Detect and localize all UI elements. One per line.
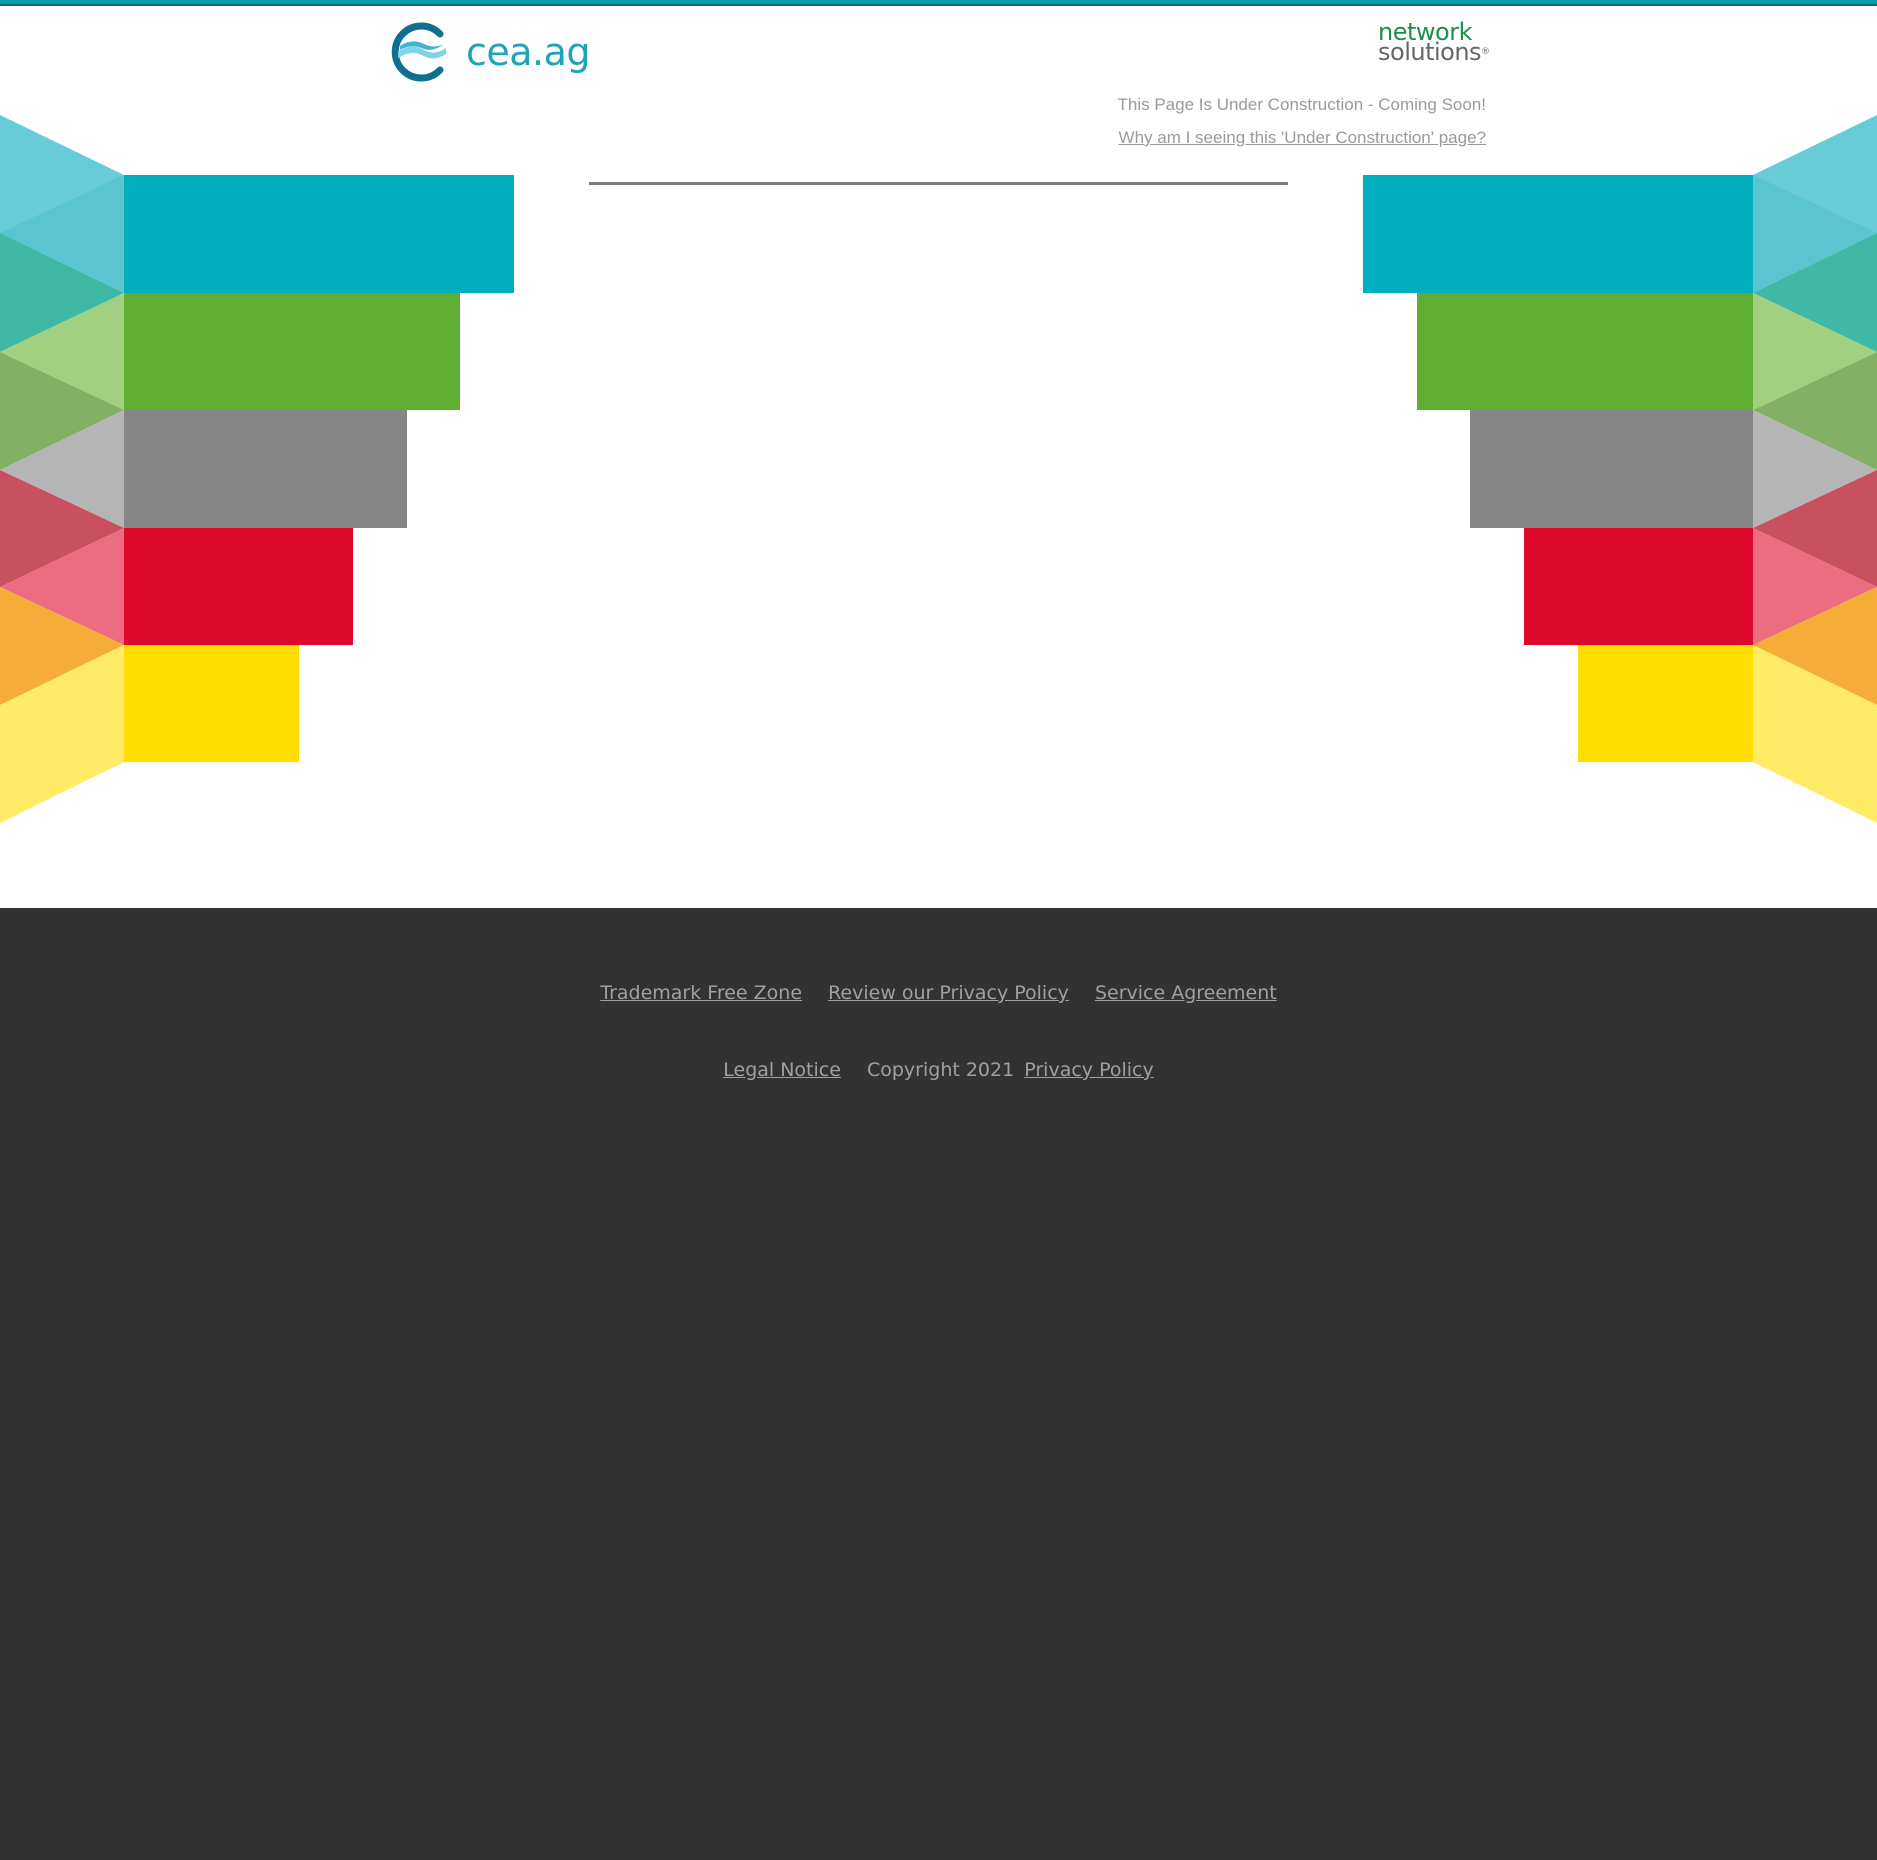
why-under-construction-link[interactable]: Why am I seeing this 'Under Construction… bbox=[1119, 128, 1486, 148]
top-accent-bar bbox=[0, 0, 1877, 6]
page: cea.ag network solutions® This Page Is U… bbox=[0, 0, 1877, 1860]
footer-links-row: Trademark Free Zone Review our Privacy P… bbox=[0, 982, 1877, 1004]
trademark-free-zone-link[interactable]: Trademark Free Zone bbox=[600, 982, 802, 1004]
review-privacy-policy-link[interactable]: Review our Privacy Policy bbox=[828, 982, 1069, 1004]
service-agreement-link[interactable]: Service Agreement bbox=[1095, 982, 1277, 1004]
footer: Trademark Free Zone Review our Privacy P… bbox=[0, 908, 1877, 1860]
under-construction-message: This Page Is Under Construction - Coming… bbox=[1117, 95, 1486, 114]
privacy-policy-link[interactable]: Privacy Policy bbox=[1024, 1059, 1153, 1081]
partner-logo-line2-text: solutions bbox=[1378, 38, 1482, 66]
legal-notice-link[interactable]: Legal Notice bbox=[723, 1059, 841, 1081]
partner-logo-line2: solutions® bbox=[1378, 40, 1490, 64]
site-logo[interactable]: cea.ag bbox=[390, 22, 591, 82]
network-solutions-logo[interactable]: network solutions® bbox=[1378, 20, 1490, 64]
cea-logo-icon bbox=[391, 22, 446, 82]
site-name: cea.ag bbox=[466, 30, 591, 74]
registered-mark-icon: ® bbox=[1481, 47, 1490, 57]
copyright-text: Copyright 2021 bbox=[866, 1059, 1015, 1081]
decorative-color-blocks bbox=[0, 115, 1877, 823]
header-divider bbox=[589, 182, 1288, 185]
footer-legal-row: Legal Notice Copyright 2021 Privacy Poli… bbox=[0, 1059, 1877, 1081]
